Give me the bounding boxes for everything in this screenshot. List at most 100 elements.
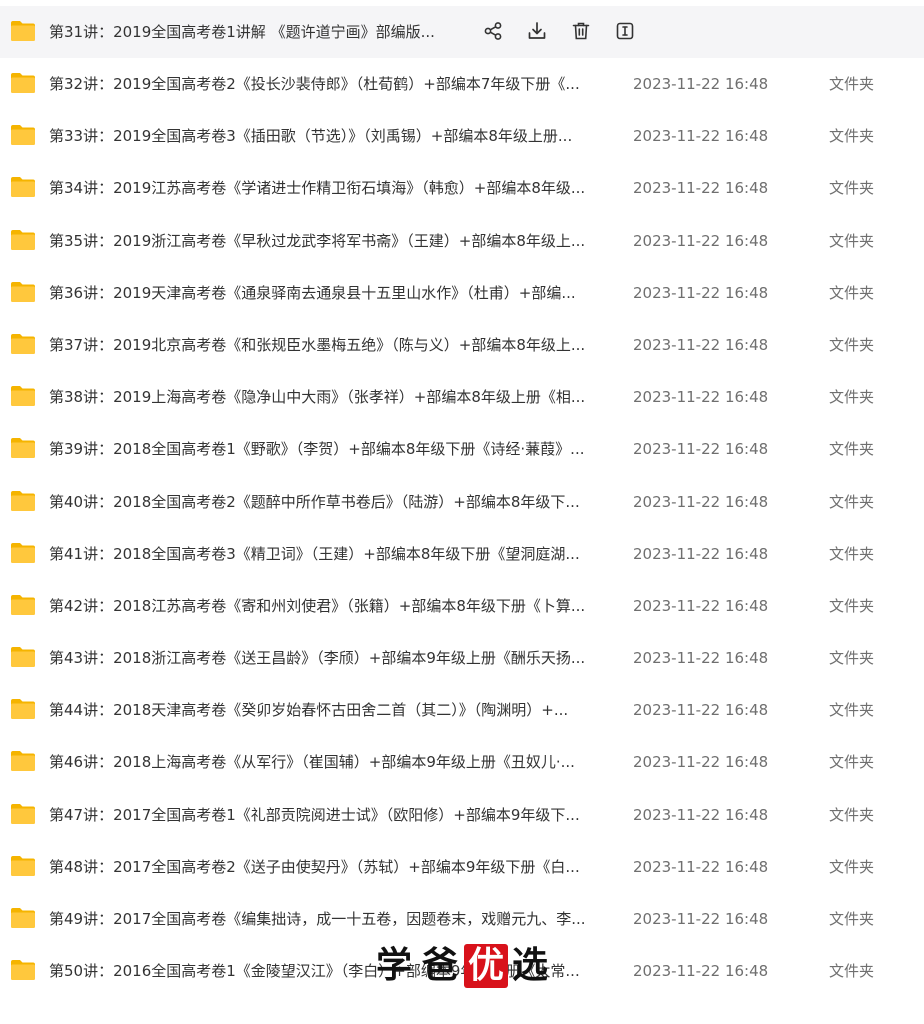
modified-date: 2023-11-22 16:48 <box>633 231 769 250</box>
file-name[interactable]: 第48讲：2017全国高考卷2《送子由使契丹》（苏轼）+部编本9年级下册《白..… <box>49 841 609 893</box>
file-name[interactable]: 第36讲：2019天津高考卷《通泉驿南去通泉县十五里山水作》（杜甫）+部编... <box>49 267 609 319</box>
file-type: 文件夹 <box>829 701 875 720</box>
file-type: 文件夹 <box>829 127 875 146</box>
file-name[interactable]: 第46讲：2018上海高考卷《从军行》（崔国辅）+部编本9年级上册《丑奴儿·..… <box>49 736 609 788</box>
file-type: 文件夹 <box>829 649 875 668</box>
file-type: 文件夹 <box>829 388 875 407</box>
file-type: 文件夹 <box>829 962 875 981</box>
table-row[interactable]: 第35讲：2019浙江高考卷《早秋过龙武李将军书斋》（王建）+部编本8年级上..… <box>0 215 924 267</box>
modified-date: 2023-11-22 16:48 <box>633 596 769 615</box>
table-row[interactable]: 第36讲：2019天津高考卷《通泉驿南去通泉县十五里山水作》（杜甫）+部编...… <box>0 267 924 319</box>
file-type: 文件夹 <box>829 492 875 511</box>
file-type: 文件夹 <box>829 179 875 198</box>
file-name[interactable]: 第49讲：2017全国高考卷《编集拙诗，成一十五卷，因题卷末，戏赠元九、李... <box>49 893 609 945</box>
folder-icon <box>10 228 36 252</box>
delete-icon[interactable] <box>570 20 592 42</box>
file-name[interactable]: 第42讲：2018江苏高考卷《寄和州刘使君》（张籍）+部编本8年级下册《卜算..… <box>49 580 609 632</box>
file-name[interactable]: 第33讲：2019全国高考卷3《插田歌（节选）》（刘禹锡）+部编本8年级上册..… <box>49 110 609 162</box>
file-type: 文件夹 <box>829 910 875 928</box>
file-type: 文件夹 <box>829 857 875 876</box>
file-name[interactable]: 第41讲：2018全国高考卷3《精卫词》（王建）+部编本8年级下册《望洞庭湖..… <box>49 528 609 580</box>
file-type: 文件夹 <box>829 596 875 615</box>
modified-date: 2023-11-22 16:48 <box>633 335 769 354</box>
modified-date: 2023-11-22 16:48 <box>633 283 769 302</box>
folder-icon <box>10 175 36 199</box>
table-row[interactable]: 第32讲：2019全国高考卷2《投长沙裴侍郎》（杜荀鹤）+部编本7年级下册《..… <box>0 58 924 110</box>
modified-date: 2023-11-22 16:48 <box>633 127 769 146</box>
table-row[interactable]: 第40讲：2018全国高考卷2《题醉中所作草书卷后》（陆游）+部编本8年级下..… <box>0 476 924 528</box>
watermark-logo: 学 爸 优 选 <box>372 944 552 988</box>
table-row[interactable]: 第37讲：2019北京高考卷《和张规臣水墨梅五绝》（陈与义）+部编本8年级上..… <box>0 319 924 371</box>
file-type: 文件夹 <box>829 335 875 354</box>
table-row[interactable]: 第34讲：2019江苏高考卷《学诸进士作精卫衔石填海》（韩愈）+部编本8年级..… <box>0 162 924 214</box>
table-row[interactable]: 第42讲：2018江苏高考卷《寄和州刘使君》（张籍）+部编本8年级下册《卜算..… <box>0 580 924 632</box>
file-name[interactable]: 第32讲：2019全国高考卷2《投长沙裴侍郎》（杜荀鹤）+部编本7年级下册《..… <box>49 58 609 110</box>
file-name[interactable]: 第34讲：2019江苏高考卷《学诸进士作精卫衔石填海》（韩愈）+部编本8年级..… <box>49 162 609 214</box>
file-list: 第31讲：2019全国高考卷1讲解 《题许道宁画》部编版... 第32讲：201… <box>0 6 924 997</box>
folder-icon <box>10 697 36 721</box>
watermark-char: 学 <box>375 945 412 986</box>
modified-date: 2023-11-22 16:48 <box>633 701 769 720</box>
folder-icon <box>10 541 36 565</box>
modified-date: 2023-11-22 16:48 <box>633 962 769 981</box>
file-type: 文件夹 <box>829 440 875 459</box>
file-type: 文件夹 <box>829 75 875 93</box>
file-name[interactable]: 第39讲：2018全国高考卷1《野歌》（李贺）+部编本8年级下册《诗经·蒹葭》.… <box>49 423 609 475</box>
share-icon[interactable] <box>482 20 504 42</box>
modified-date: 2023-11-22 16:48 <box>633 440 769 459</box>
folder-icon <box>10 489 36 513</box>
file-type: 文件夹 <box>829 283 875 302</box>
file-name[interactable]: 第44讲：2018天津高考卷《癸卯岁始春怀古田舍二首（其二）》（陶渊明）+... <box>49 684 609 736</box>
modified-date: 2023-11-22 16:48 <box>633 753 769 772</box>
table-row[interactable]: 第38讲：2019上海高考卷《隐净山中大雨》（张孝祥）+部编本8年级上册《相..… <box>0 371 924 423</box>
folder-icon <box>10 280 36 304</box>
folder-icon <box>10 123 36 147</box>
table-row[interactable]: 第41讲：2018全国高考卷3《精卫词》（王建）+部编本8年级下册《望洞庭湖..… <box>0 528 924 580</box>
table-row[interactable]: 第39讲：2018全国高考卷1《野歌》（李贺）+部编本8年级下册《诗经·蒹葭》.… <box>0 423 924 475</box>
table-row[interactable]: 第31讲：2019全国高考卷1讲解 《题许道宁画》部编版... <box>0 6 924 58</box>
folder-icon <box>10 802 36 826</box>
folder-icon <box>10 854 36 878</box>
folder-icon <box>10 958 36 982</box>
table-row[interactable]: 第48讲：2017全国高考卷2《送子由使契丹》（苏轼）+部编本9年级下册《白..… <box>0 841 924 893</box>
file-name[interactable]: 第40讲：2018全国高考卷2《题醉中所作草书卷后》（陆游）+部编本8年级下..… <box>49 476 609 528</box>
download-icon[interactable] <box>526 20 548 42</box>
file-type: 文件夹 <box>829 805 875 824</box>
folder-icon <box>10 906 36 930</box>
folder-icon <box>10 749 36 773</box>
file-name[interactable]: 第31讲：2019全国高考卷1讲解 《题许道宁画》部编版... <box>49 6 449 58</box>
table-row[interactable]: 第33讲：2019全国高考卷3《插田歌（节选）》（刘禹锡）+部编本8年级上册..… <box>0 110 924 162</box>
watermark-char: 选 <box>511 945 548 986</box>
modified-date: 2023-11-22 16:48 <box>633 544 769 563</box>
file-name[interactable]: 第38讲：2019上海高考卷《隐净山中大雨》（张孝祥）+部编本8年级上册《相..… <box>49 371 609 423</box>
file-type: 文件夹 <box>829 231 875 250</box>
modified-date: 2023-11-22 16:48 <box>633 75 769 93</box>
folder-icon <box>10 593 36 617</box>
rename-icon[interactable] <box>614 20 636 42</box>
watermark-char: 爸 <box>421 945 458 986</box>
file-name[interactable]: 第43讲：2018浙江高考卷《送王昌龄》（李颀）+部编本9年级上册《酬乐天扬..… <box>49 632 609 684</box>
folder-icon <box>10 332 36 356</box>
modified-date: 2023-11-22 16:48 <box>633 910 769 928</box>
folder-icon <box>10 19 36 43</box>
modified-date: 2023-11-22 16:48 <box>633 857 769 876</box>
modified-date: 2023-11-22 16:48 <box>633 179 769 198</box>
file-type: 文件夹 <box>829 544 875 563</box>
file-name[interactable]: 第47讲：2017全国高考卷1《礼部贡院阅进士试》（欧阳修）+部编本9年级下..… <box>49 789 609 841</box>
folder-icon <box>10 71 36 95</box>
watermark-char-highlight: 优 <box>464 944 508 988</box>
modified-date: 2023-11-22 16:48 <box>633 805 769 824</box>
file-name[interactable]: 第35讲：2019浙江高考卷《早秋过龙武李将军书斋》（王建）+部编本8年级上..… <box>49 215 609 267</box>
modified-date: 2023-11-22 16:48 <box>633 388 769 407</box>
file-type: 文件夹 <box>829 753 875 772</box>
table-row[interactable]: 第49讲：2017全国高考卷《编集拙诗，成一十五卷，因题卷末，戏赠元九、李...… <box>0 893 924 945</box>
modified-date: 2023-11-22 16:48 <box>633 649 769 668</box>
folder-icon <box>10 645 36 669</box>
table-row[interactable]: 第44讲：2018天津高考卷《癸卯岁始春怀古田舍二首（其二）》（陶渊明）+...… <box>0 684 924 736</box>
file-name[interactable]: 第37讲：2019北京高考卷《和张规臣水墨梅五绝》（陈与义）+部编本8年级上..… <box>49 319 609 371</box>
table-row[interactable]: 第43讲：2018浙江高考卷《送王昌龄》（李颀）+部编本9年级上册《酬乐天扬..… <box>0 632 924 684</box>
modified-date: 2023-11-22 16:48 <box>633 492 769 511</box>
folder-icon <box>10 436 36 460</box>
table-row[interactable]: 第47讲：2017全国高考卷1《礼部贡院阅进士试》（欧阳修）+部编本9年级下..… <box>0 789 924 841</box>
table-row[interactable]: 第46讲：2018上海高考卷《从军行》（崔国辅）+部编本9年级上册《丑奴儿·..… <box>0 736 924 788</box>
